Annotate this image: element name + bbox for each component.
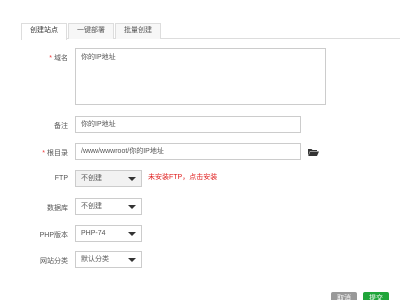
php-version-label: PHP版本 bbox=[39, 232, 68, 239]
tab-batch-create[interactable]: 批量创建 bbox=[115, 23, 161, 39]
dialog-title-bar bbox=[0, 0, 400, 6]
required-marker: * bbox=[49, 55, 52, 62]
domain-textarea[interactable]: 你的IP地址 bbox=[75, 48, 326, 105]
chevron-down-icon bbox=[128, 177, 136, 181]
root-dir-label: * 根目录 bbox=[42, 150, 68, 157]
database-label: 数据库 bbox=[47, 205, 68, 212]
remark-input[interactable]: 你的IP地址 bbox=[75, 116, 301, 133]
domain-label: * 域名 bbox=[49, 55, 68, 62]
ftp-install-link[interactable]: 未安装FTP，点击安装 bbox=[148, 172, 217, 182]
chevron-down-icon bbox=[128, 258, 136, 262]
tab-bar: 创建站点 一键部署 批量创建 bbox=[21, 23, 400, 40]
folder-open-icon[interactable] bbox=[308, 148, 319, 156]
tab-one-click-deploy[interactable]: 一键部署 bbox=[68, 23, 114, 39]
php-version-select[interactable]: PHP-74 bbox=[75, 225, 142, 242]
chevron-down-icon bbox=[128, 205, 136, 209]
remark-label: 备注 bbox=[54, 123, 68, 130]
ftp-select[interactable]: 不创建 bbox=[75, 170, 142, 187]
root-dir-input[interactable]: /www/wwwroot/你的IP地址 bbox=[75, 143, 301, 160]
required-marker: * bbox=[42, 150, 45, 157]
ftp-label: FTP bbox=[54, 175, 68, 182]
database-select[interactable]: 不创建 bbox=[75, 198, 142, 215]
site-category-select[interactable]: 默认分类 bbox=[75, 251, 142, 268]
submit-button[interactable]: 提交 bbox=[363, 292, 389, 300]
cancel-button[interactable]: 取消 bbox=[331, 292, 357, 300]
site-category-label: 网站分类 bbox=[40, 258, 68, 265]
chevron-down-icon bbox=[128, 232, 136, 236]
tab-create-site[interactable]: 创建站点 bbox=[21, 23, 67, 40]
